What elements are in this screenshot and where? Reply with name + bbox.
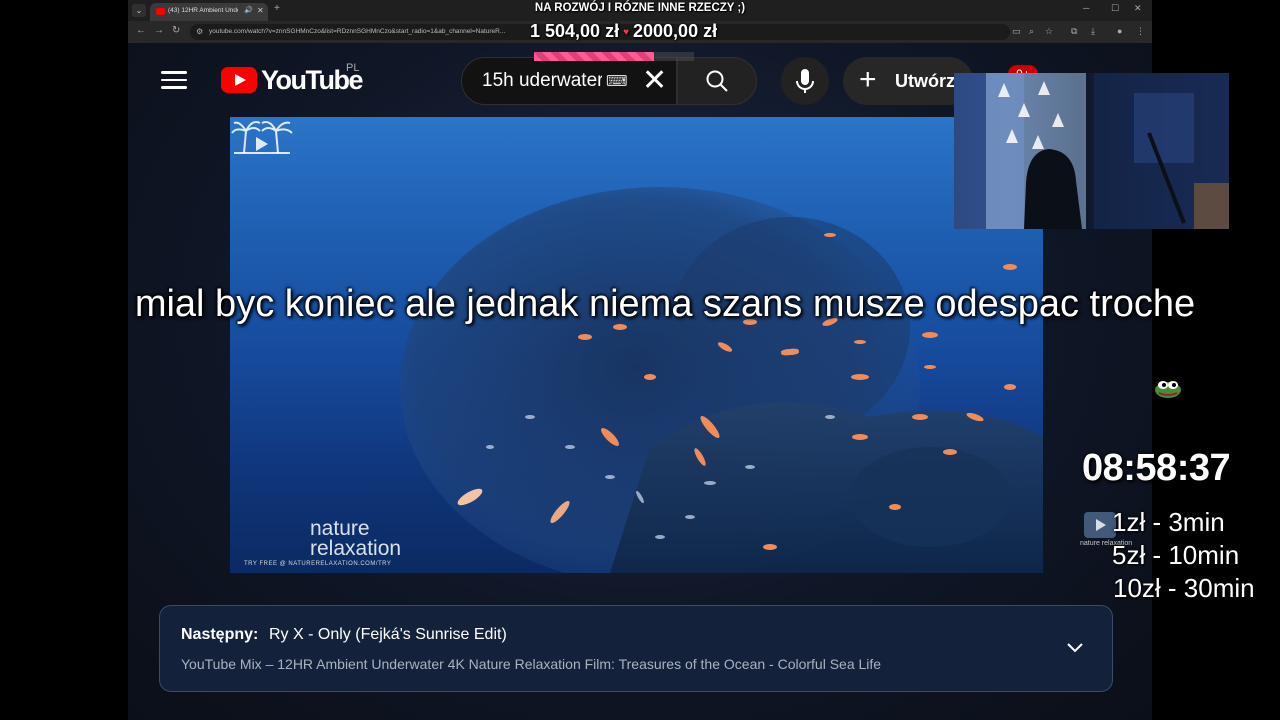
next-up-panel[interactable]: Następny: Ry X - Only (Fejká's Sunrise E…: [159, 605, 1113, 692]
plus-icon: +: [859, 63, 877, 96]
create-label: Utwórz: [895, 71, 955, 91]
microphone-icon: [796, 69, 814, 93]
youtube-logo-icon[interactable]: [221, 67, 257, 93]
underwater-scene: [400, 187, 1043, 573]
donation-rates: 1zł - 3min 5zł - 10min 10zł - 30min: [1112, 506, 1255, 605]
video-player[interactable]: nature relaxation TRY FREE @ NATURERELAX…: [230, 117, 1043, 573]
browser-menu-icon[interactable]: ⋮: [1136, 26, 1145, 37]
rate-line: 10zł - 30min: [1113, 573, 1255, 603]
heart-icon: ♥: [623, 26, 630, 38]
stream-title: NA ROZWÓJ I RÓZNE INNE RZECZY ;): [534, 2, 746, 14]
search-button[interactable]: [677, 57, 757, 105]
voice-search-button[interactable]: [781, 57, 829, 105]
pepe-emote-icon: [1155, 381, 1181, 398]
site-info-icon[interactable]: ⚙: [196, 27, 203, 36]
donation-current: 1 504,00 zł: [530, 21, 620, 41]
search-box: ⌨ ✕: [461, 57, 677, 105]
watermark-line-2: relaxation: [310, 537, 402, 560]
back-icon[interactable]: ←: [136, 25, 146, 36]
donation-goal: 1 504,00 zł ♥ 2000,00 zł: [530, 21, 717, 42]
next-up-label: Następny:: [181, 626, 259, 643]
search-icon: [706, 70, 728, 92]
rate-line: 5zł - 10min: [1112, 540, 1240, 570]
hamburger-menu-icon[interactable]: [161, 71, 187, 89]
webcam-scene: [954, 73, 1229, 229]
nature-relaxation-logo-icon: [231, 121, 293, 154]
donation-target: 2000,00 zł: [633, 21, 718, 41]
donation-progress-bar: [534, 52, 694, 61]
keyboard-icon[interactable]: ⌨: [606, 72, 628, 90]
cast-icon[interactable]: ▭: [1012, 26, 1021, 37]
rate-line: 1zł - 3min: [1112, 507, 1225, 537]
playlist-title: YouTube Mix – 12HR Ambient Underwater 4K…: [181, 656, 882, 672]
url-text: youtube.com/watch?v=znnSGHMnCzo&list=RDz…: [209, 28, 506, 35]
search-input[interactable]: [482, 70, 602, 92]
country-code: PL: [346, 62, 360, 74]
downloads-icon[interactable]: ⤓: [1091, 26, 1095, 37]
watermark-sub: TRY FREE @ NATURERELAXATION.COM/TRY: [244, 561, 392, 567]
stream-screen: ⌄ (43) 12HR Ambient Underw... 🔊 ✕ + ─ ☐ …: [0, 0, 1280, 720]
donation-progress-fill: [534, 52, 655, 61]
stream-subtitle: mial byc koniec ale jednak niema szans m…: [134, 283, 1196, 325]
clear-search-icon[interactable]: ✕: [642, 64, 667, 98]
webcam-overlay: [954, 73, 1229, 229]
bookmark-star-icon[interactable]: ☆: [1045, 26, 1053, 37]
forward-icon[interactable]: →: [154, 25, 164, 36]
profile-icon[interactable]: ●: [1117, 26, 1122, 36]
watermark-line-1: nature: [310, 517, 370, 540]
next-up-title: Ry X - Only (Fejká's Sunrise Edit): [269, 626, 507, 643]
nature-relaxation-watermark: nature relaxation: [310, 517, 402, 560]
zoom-icon[interactable]: ⌕: [1029, 26, 1034, 37]
reload-icon[interactable]: ↻: [172, 25, 180, 36]
chevron-down-icon[interactable]: [1066, 638, 1084, 656]
extensions-icon[interactable]: ⧉: [1071, 26, 1077, 37]
subathon-timer: 08:58:37: [1082, 447, 1231, 489]
